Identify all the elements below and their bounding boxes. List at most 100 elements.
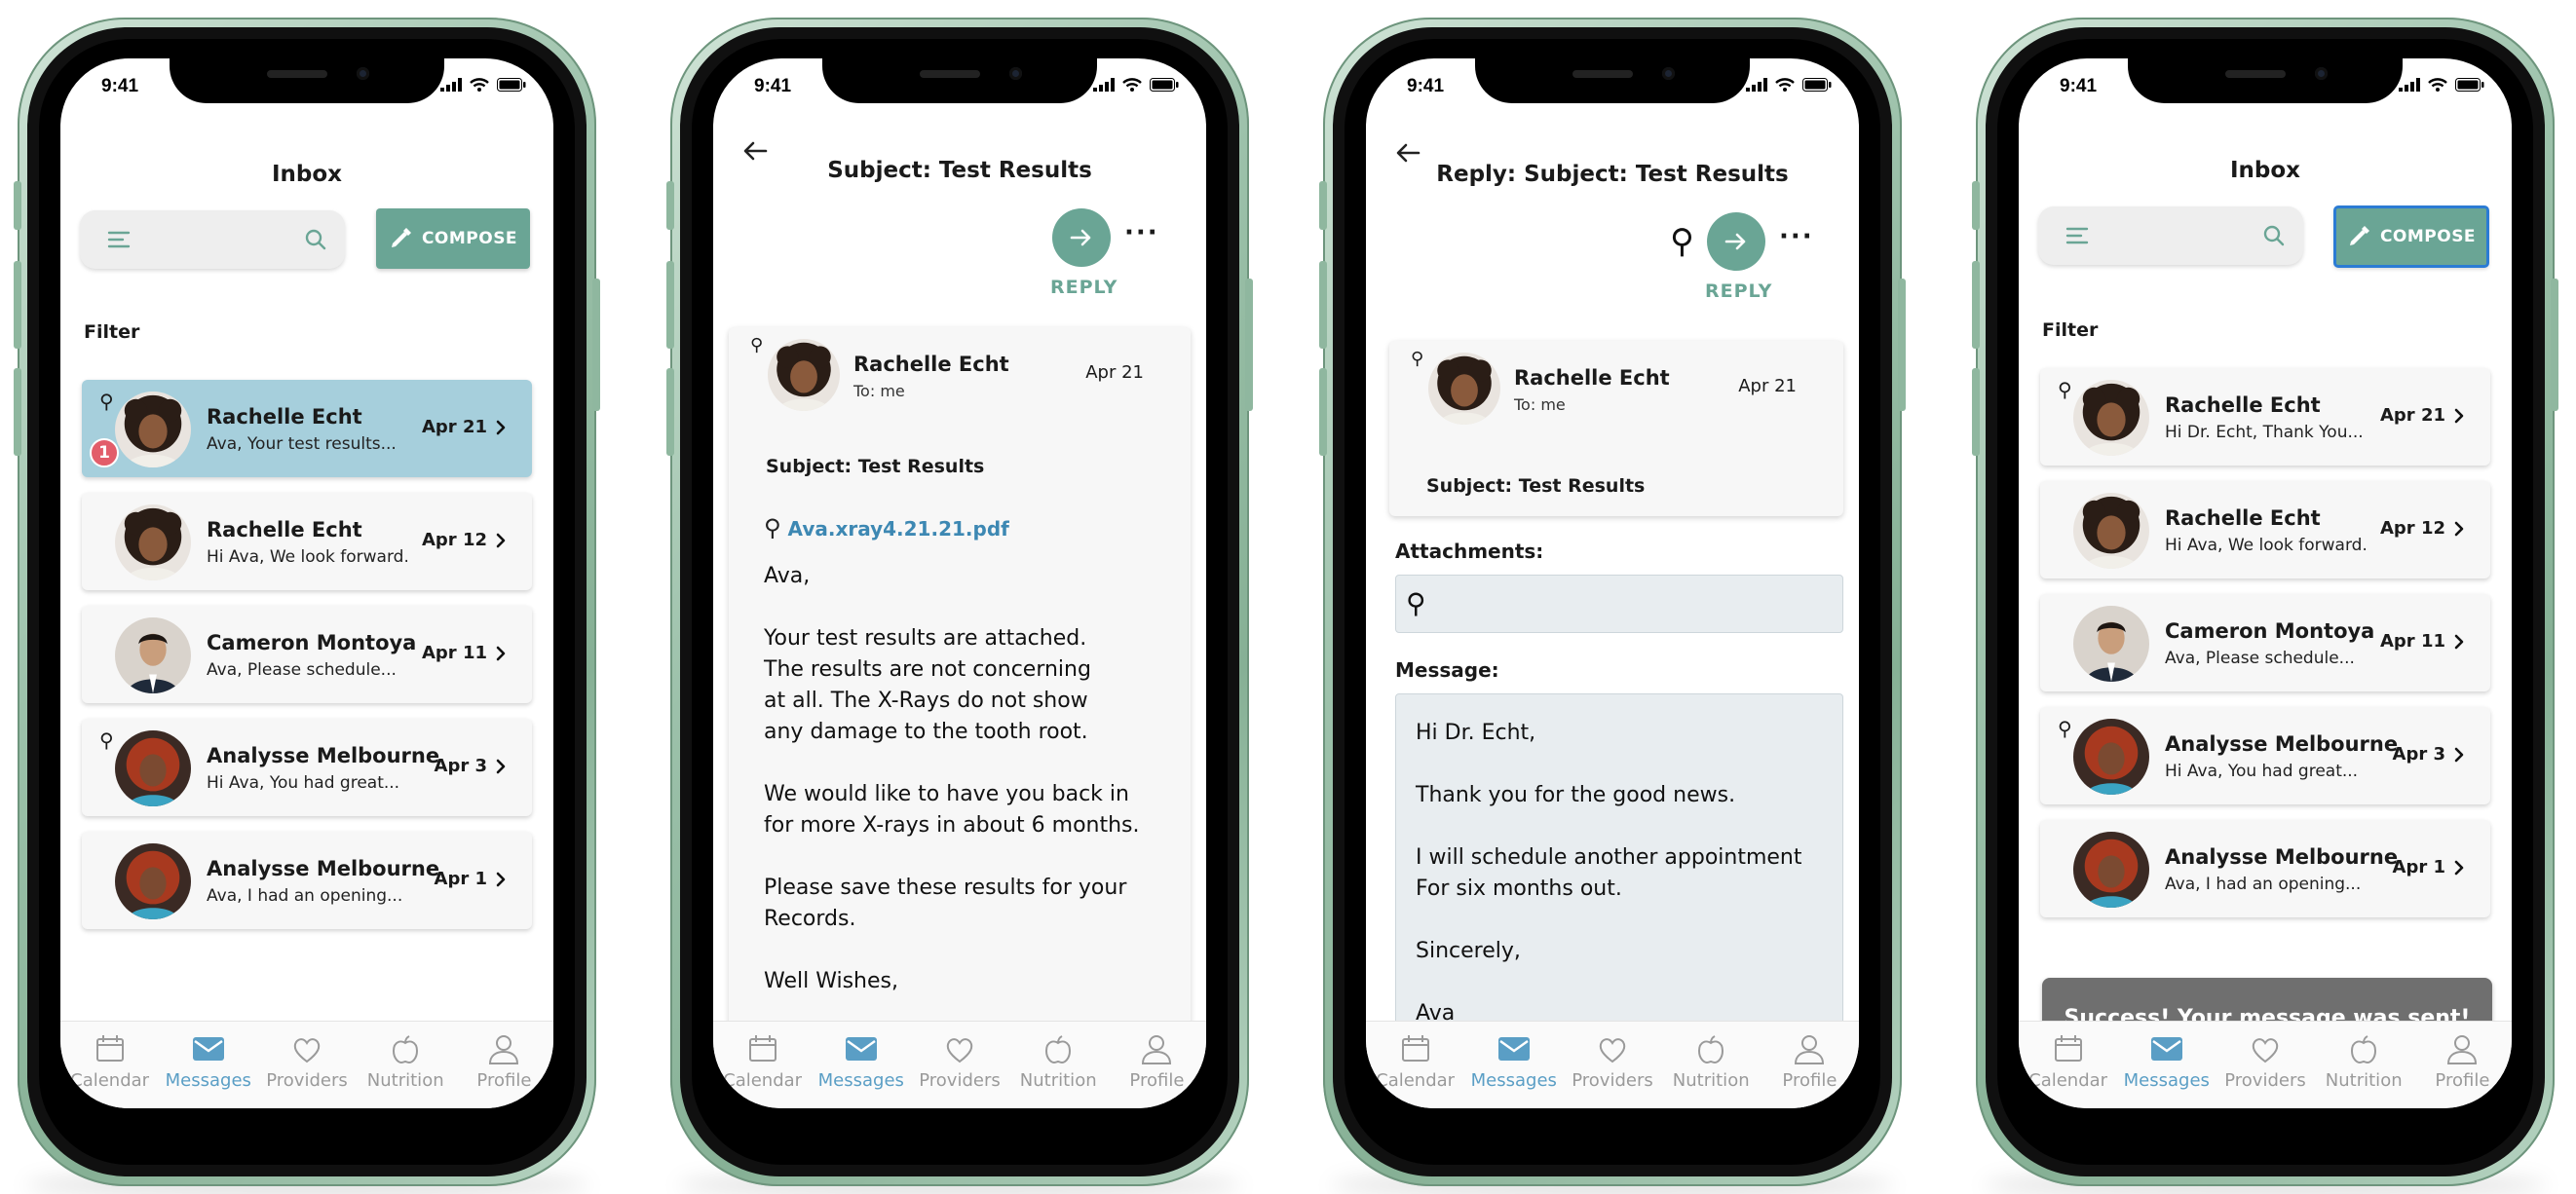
signal-icon — [1746, 78, 1767, 92]
reply-label[interactable]: REPLY — [1050, 277, 1118, 298]
message-preview: Hi Dr. Echt, Thank You... — [2165, 423, 2364, 442]
status-time: 9:41 — [2060, 76, 2098, 96]
wifi-icon — [1122, 78, 1142, 92]
chevron-right-icon — [2454, 747, 2464, 763]
more-options-icon[interactable]: ··· — [1124, 218, 1159, 247]
signal-icon — [2399, 78, 2420, 92]
tab-providers[interactable]: Providers — [257, 1022, 356, 1108]
menu-icon[interactable] — [107, 230, 131, 249]
tab-messages[interactable]: Messages — [812, 1022, 910, 1108]
message-preview: Hi Ava, We look forward... — [207, 547, 407, 567]
search-input[interactable] — [2038, 206, 2303, 265]
heart-icon — [2252, 1038, 2279, 1063]
filter-label[interactable]: Filter — [2042, 319, 2098, 341]
tab-providers[interactable]: Providers — [1563, 1022, 1661, 1108]
side-button — [1245, 279, 1253, 411]
chevron-right-icon — [2454, 521, 2464, 537]
message-date: Apr 12 — [421, 530, 487, 550]
chevron-right-icon — [2454, 634, 2464, 650]
tab-profile[interactable]: Profile — [2413, 1022, 2512, 1108]
message-body-line: We would like to have you back in — [764, 782, 1129, 806]
message-row[interactable]: ⚲ Rachelle Echt Hi Dr. Echt, Thank You... A… — [2040, 368, 2490, 466]
apple-icon — [2351, 1035, 2377, 1064]
menu-icon[interactable] — [2065, 226, 2089, 245]
more-options-icon[interactable]: ··· — [1779, 222, 1814, 251]
tab-calendar[interactable]: Calendar — [1366, 1022, 1464, 1108]
tab-calendar[interactable]: Calendar — [2019, 1022, 2117, 1108]
attachment-link[interactable]: ⚲ Ava.xray4.21.21.pdf — [764, 514, 1009, 541]
sender-name: Rachelle Echt — [1514, 366, 1670, 390]
apple-icon — [393, 1035, 419, 1064]
tab-providers[interactable]: Providers — [910, 1022, 1008, 1108]
tab-calendar[interactable]: Calendar — [60, 1022, 159, 1108]
screen: 9:41 Reply: Subject: Test Results ⚲ ··· … — [1366, 58, 1859, 1108]
notch — [1475, 58, 1750, 103]
screen: 9:41 Subject: Test Results ··· REPLY ⚲ R… — [713, 58, 1206, 1108]
person-icon — [1142, 1035, 1172, 1064]
avatar — [115, 617, 191, 693]
tab-profile[interactable]: Profile — [455, 1022, 553, 1108]
send-button[interactable] — [1707, 212, 1765, 271]
status-time: 9:41 — [754, 76, 792, 96]
search-input[interactable] — [80, 210, 345, 269]
avatar — [2073, 493, 2149, 569]
tab-messages[interactable]: Messages — [1464, 1022, 1563, 1108]
message-row[interactable]: Analysse Melbourne Ava, I had an opening.… — [82, 832, 532, 929]
message-row[interactable]: Cameron Montoya Ava, Please schedule... Ap… — [2040, 594, 2490, 691]
message-row[interactable]: Rachelle Echt Hi Ava, We look forward... A… — [2040, 481, 2490, 578]
tab-label: Calendar — [723, 1070, 803, 1091]
message-preview: Ava, Your test results... — [207, 434, 397, 454]
compose-button[interactable]: COMPOSE — [2333, 205, 2489, 268]
tab-nutrition[interactable]: Nutrition — [357, 1022, 455, 1108]
filter-label[interactable]: Filter — [84, 321, 139, 343]
status-icons — [440, 78, 526, 92]
phone-sent: 9:41 Inbox COMPOSE Filter ⚲ Rachelle Echt… — [1972, 18, 2558, 1194]
tab-profile[interactable]: Profile — [1761, 1022, 1859, 1108]
compose-button[interactable]: COMPOSE — [376, 208, 530, 269]
avatar — [768, 339, 840, 411]
message-row[interactable]: Rachelle Echt Hi Ava, We look forward... A… — [82, 493, 532, 590]
side-button — [1898, 279, 1906, 411]
volume-down-button — [14, 368, 21, 456]
tab-nutrition[interactable]: Nutrition — [2315, 1022, 2413, 1108]
search-icon[interactable] — [304, 228, 327, 251]
search-icon[interactable] — [2262, 224, 2286, 247]
attach-paperclip-icon[interactable]: ⚲ — [1670, 222, 1694, 261]
send-button[interactable] — [1052, 208, 1111, 267]
tab-bar: Calendar Messages Providers Nutrition Profil… — [1366, 1021, 1859, 1108]
page-title: Reply: Subject: Test Results — [1436, 162, 1789, 187]
tab-calendar[interactable]: Calendar — [713, 1022, 812, 1108]
apple-icon — [1698, 1035, 1724, 1064]
tab-profile[interactable]: Profile — [1108, 1022, 1206, 1108]
tab-nutrition[interactable]: Nutrition — [1662, 1022, 1761, 1108]
tab-messages[interactable]: Messages — [159, 1022, 257, 1108]
tab-bar: Calendar Messages Providers Nutrition Profil… — [60, 1021, 553, 1108]
volume-down-button — [1319, 368, 1327, 456]
reply-label[interactable]: REPLY — [1705, 280, 1772, 302]
message-body-line: any damage to the tooth root. — [764, 720, 1088, 744]
tab-providers[interactable]: Providers — [2216, 1022, 2314, 1108]
tab-nutrition[interactable]: Nutrition — [1009, 1022, 1108, 1108]
message-row[interactable]: ⚲ 1 Rachelle Echt Ava, Your test results...… — [82, 380, 532, 477]
envelope-icon — [192, 1037, 224, 1061]
message-date: Apr 1 — [2392, 857, 2445, 877]
message-row[interactable]: Cameron Montoya Ava, Please schedule... Ap… — [82, 606, 532, 703]
message-row[interactable]: ⚲ Analysse Melbourne Hi Ava, You had great… — [82, 719, 532, 816]
volume-up-button — [666, 261, 674, 349]
screen: 9:41 Inbox COMPOSE Filter ⚲ Rachelle Echt… — [2019, 58, 2512, 1108]
calendar-icon — [748, 1035, 777, 1062]
original-message-card[interactable]: ⚲ Rachelle Echt To: me Apr 21 Subject: T… — [1389, 341, 1843, 516]
notch — [170, 58, 444, 103]
notch — [2128, 58, 2403, 103]
message-text-line: Sincerely, — [1416, 939, 1521, 963]
message-row[interactable]: ⚲ Analysse Melbourne Hi Ava, You had great… — [2040, 707, 2490, 804]
message-date: Apr 21 — [1085, 362, 1144, 383]
message-card: ⚲ Rachelle Echt To: me Apr 21 Subject: T… — [729, 327, 1191, 1034]
notch — [822, 58, 1097, 103]
mute-switch — [666, 181, 674, 230]
message-date: Apr 3 — [434, 756, 487, 776]
message-row[interactable]: Analysse Melbourne Ava, I had an opening.… — [2040, 820, 2490, 917]
attachments-field[interactable]: ⚲ — [1395, 575, 1843, 633]
sender-name: Analysse Melbourne — [2165, 845, 2399, 869]
tab-messages[interactable]: Messages — [2117, 1022, 2216, 1108]
